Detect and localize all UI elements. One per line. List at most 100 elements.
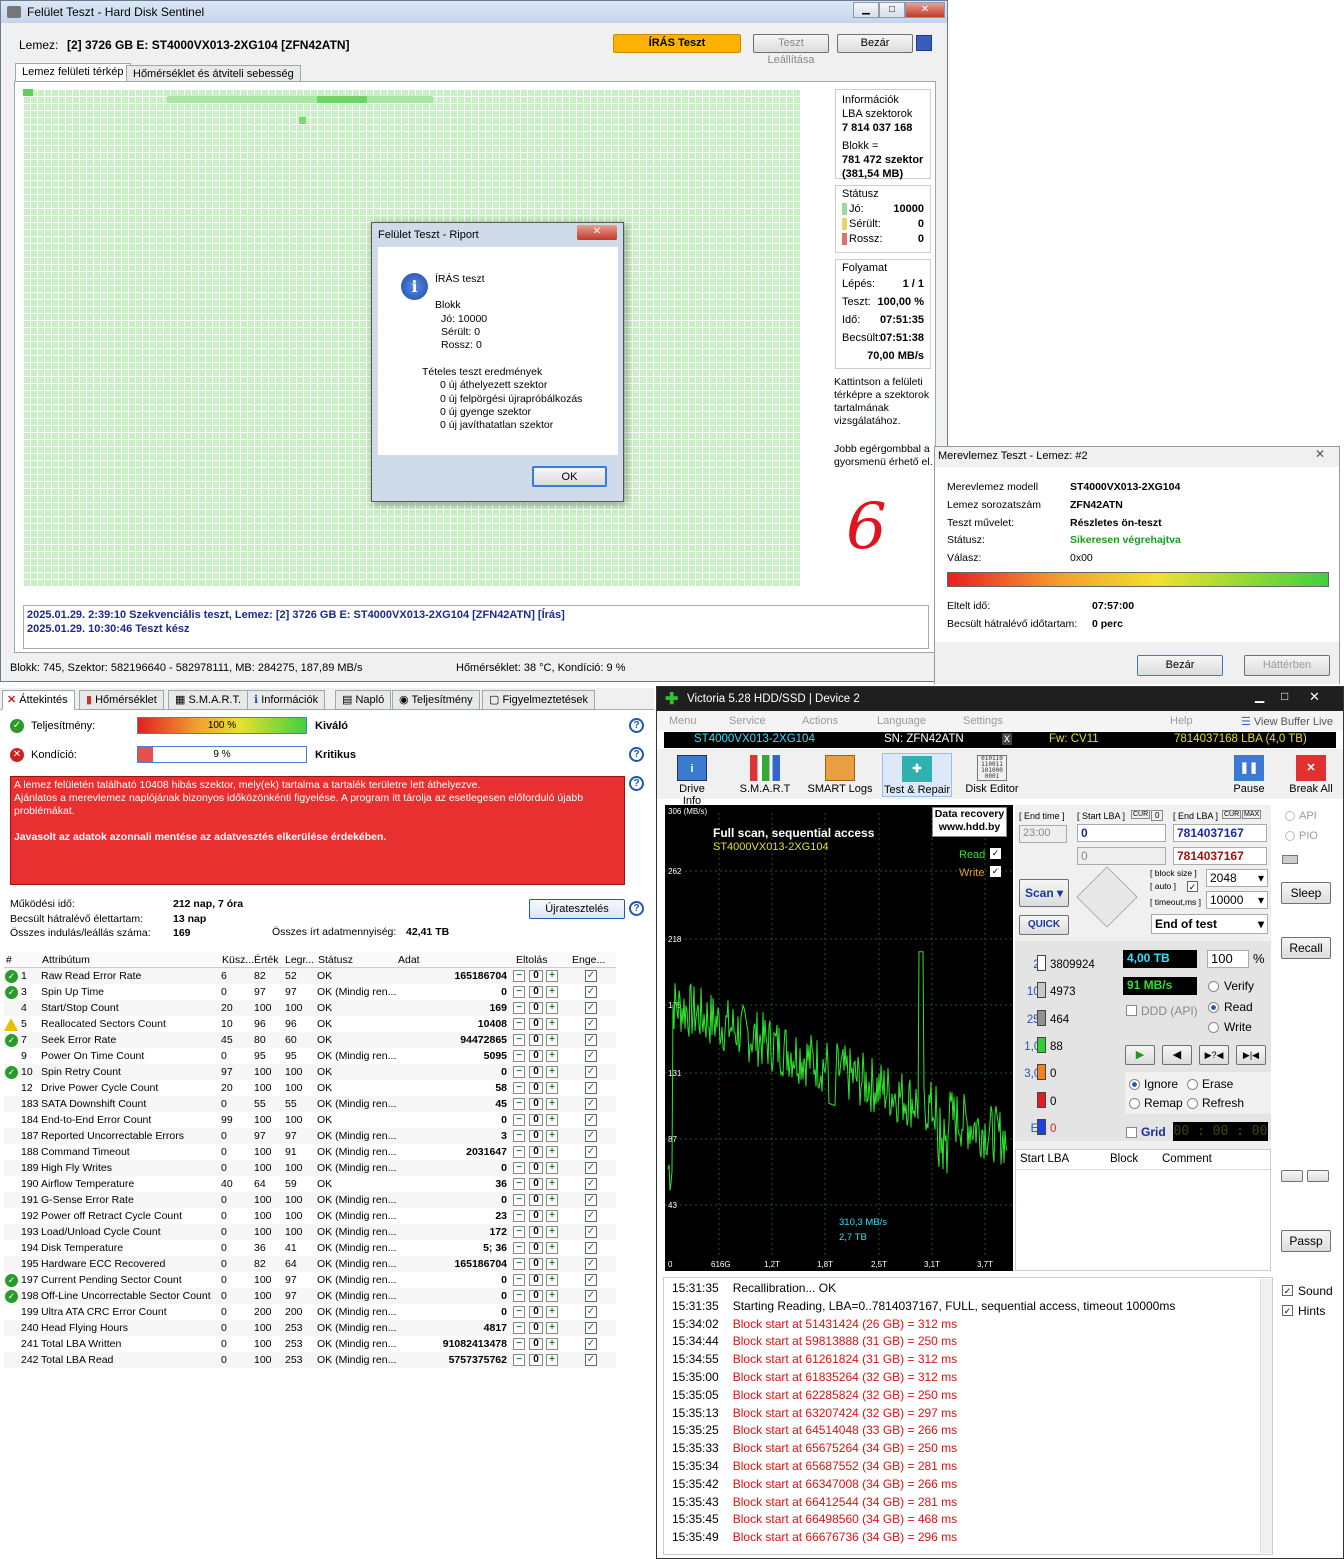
table-row[interactable]: 183 SATA Downshift Count 0 55 55 OK (Mindig r…	[4, 1096, 616, 1112]
disk-test-close-icon[interactable]: ✕	[1315, 447, 1325, 461]
dialog-ok-button[interactable]: OK	[532, 466, 607, 487]
enable-checkbox[interactable]: ✓	[585, 1258, 597, 1270]
ignore-radio[interactable]	[1129, 1079, 1140, 1090]
table-row[interactable]: 188 Command Timeout 0 100 91 OK (Mindig ren..…	[4, 1144, 616, 1160]
max-button[interactable]: MAX	[1242, 810, 1262, 819]
menu-settings[interactable]: Settings	[963, 715, 1003, 727]
start-lba-input[interactable]: 0	[1077, 824, 1166, 842]
enable-checkbox[interactable]: ✓	[585, 1178, 597, 1190]
end-lba-input[interactable]: 7814037167	[1173, 824, 1267, 842]
stop-test-button[interactable]: Teszt Leállítása	[753, 34, 829, 66]
table-row[interactable]: 193 Load/Unload Cycle Count 0 100 100 OK (Min…	[4, 1224, 616, 1240]
minus-icon[interactable]: −	[513, 1194, 525, 1206]
plus-icon[interactable]: +	[546, 1130, 558, 1142]
dialog-close-button[interactable]: ✕	[577, 225, 617, 240]
tab-temperature-speed[interactable]: Hőmérséklet és átviteli sebesség	[126, 65, 301, 82]
tab-log[interactable]: ▤ Napló	[335, 690, 392, 710]
menu-help[interactable]: Help	[1170, 715, 1193, 727]
enable-checkbox[interactable]: ✓	[585, 1098, 597, 1110]
col-worst[interactable]: Legr...	[285, 954, 314, 966]
col-comment[interactable]: Comment	[1162, 1153, 1212, 1165]
minus-icon[interactable]: −	[513, 1210, 525, 1222]
disk-test-close-button[interactable]: Bezár	[1137, 655, 1223, 676]
help-icon[interactable]: ?	[629, 901, 644, 916]
plus-icon[interactable]: +	[546, 1034, 558, 1046]
end-lba-input-2[interactable]: 7814037167	[1173, 847, 1267, 865]
table-row[interactable]: 195 Hardware ECC Recovered 0 82 64 OK (Mindig…	[4, 1256, 616, 1272]
plus-icon[interactable]: +	[546, 1290, 558, 1302]
minus-icon[interactable]: −	[513, 1002, 525, 1014]
plus-icon[interactable]: +	[546, 1194, 558, 1206]
test-repair-button[interactable]: ✚ Test & Repair	[882, 753, 952, 797]
table-row[interactable]: ✓ 7 Seek Error Rate 45 80 60 OK 94472865−0 + ✓	[4, 1032, 616, 1048]
recall-button[interactable]: Recall	[1281, 937, 1331, 959]
cur-button[interactable]: CUR	[1131, 810, 1151, 819]
chart-write-check[interactable]: ✓	[990, 866, 1001, 877]
minus-icon[interactable]: −	[513, 1354, 525, 1366]
enable-checkbox[interactable]: ✓	[585, 1194, 597, 1206]
col-block[interactable]: Block	[1110, 1153, 1138, 1165]
close-button[interactable]: Bezár	[837, 34, 913, 53]
victoria-maximize[interactable]: □	[1281, 689, 1288, 703]
help-icon[interactable]: ?	[629, 776, 644, 791]
minus-icon[interactable]: −	[513, 1322, 525, 1334]
disk-editor-button[interactable]: 010110 110011 101000 0001 Disk Editor	[962, 753, 1022, 797]
plus-icon[interactable]: +	[546, 1322, 558, 1334]
rd-button[interactable]	[1307, 1170, 1329, 1182]
enable-checkbox[interactable]: ✓	[585, 1114, 597, 1126]
table-row[interactable]: 199 Ultra ATA CRC Error Count 0 200 200 OK (M…	[4, 1304, 616, 1320]
minus-icon[interactable]: −	[513, 1034, 525, 1046]
hints-checkbox[interactable]: ✓	[1282, 1305, 1293, 1316]
start-lba-input-2[interactable]: 0	[1077, 847, 1166, 865]
table-row[interactable]: 242 Total LBA Read 0 100 253 OK (Mindig ren..…	[4, 1352, 616, 1368]
pio-radio[interactable]	[1285, 831, 1295, 841]
col-status[interactable]: Státusz	[318, 954, 353, 966]
minus-icon[interactable]: −	[513, 1050, 525, 1062]
enable-checkbox[interactable]: ✓	[585, 1018, 597, 1030]
enable-checkbox[interactable]: ✓	[585, 986, 597, 998]
enable-checkbox[interactable]: ✓	[585, 1162, 597, 1174]
verify-radio[interactable]	[1208, 981, 1219, 992]
close-window-button[interactable]: ✕	[905, 2, 945, 18]
maximize-button[interactable]: □	[879, 2, 905, 18]
enable-checkbox[interactable]: ✓	[585, 1354, 597, 1366]
minus-icon[interactable]: −	[513, 1130, 525, 1142]
quick-button[interactable]: QUICK	[1019, 915, 1069, 935]
plus-icon[interactable]: +	[546, 1242, 558, 1254]
tab-information[interactable]: ℹ Információk	[247, 690, 326, 710]
enable-checkbox[interactable]: ✓	[585, 970, 597, 982]
table-row[interactable]: ✓ 1 Raw Read Error Rate 6 82 52 OK 165186704−0 +…	[4, 968, 616, 984]
enable-checkbox[interactable]: ✓	[585, 1210, 597, 1222]
help-icon[interactable]: ?	[629, 718, 644, 733]
minus-icon[interactable]: −	[513, 1162, 525, 1174]
victoria-close[interactable]: ✕	[1309, 689, 1320, 705]
plus-icon[interactable]: +	[546, 1354, 558, 1366]
enable-checkbox[interactable]: ✓	[585, 1338, 597, 1350]
timeout-select[interactable]: 10000 ▾	[1206, 891, 1268, 909]
view-buffer-toggle[interactable]: ☰ View Buffer Live	[1241, 715, 1333, 728]
plus-icon[interactable]: +	[546, 1114, 558, 1126]
table-row[interactable]: ✓ 3 Spin Up Time 0 97 97 OK (Mindig ren... 0−0 +…	[4, 984, 616, 1000]
log-scrollbar[interactable]	[1260, 1279, 1272, 1553]
table-row[interactable]: 9 Power On Time Count 0 95 95 OK (Mindig ren.…	[4, 1048, 616, 1064]
break-all-button[interactable]: ✕ Break All	[1285, 753, 1337, 797]
block-size-select[interactable]: 2048 ▾	[1206, 869, 1268, 887]
write-radio[interactable]	[1208, 1022, 1219, 1033]
col-data[interactable]: Adat	[398, 954, 420, 966]
table-row[interactable]: ✓ 197 Current Pending Sector Count 0 100 97 OK…	[4, 1272, 616, 1288]
chart-read-check[interactable]: ✓	[990, 848, 1001, 859]
enable-checkbox[interactable]: ✓	[585, 1226, 597, 1238]
tab-smart[interactable]: ▦ S.M.A.R.T.	[168, 690, 249, 710]
minus-icon[interactable]: −	[513, 986, 525, 998]
plus-icon[interactable]: +	[546, 1018, 558, 1030]
save-icon[interactable]	[916, 35, 932, 51]
enable-checkbox[interactable]: ✓	[585, 1322, 597, 1334]
minus-icon[interactable]: −	[513, 1066, 525, 1078]
plus-icon[interactable]: +	[546, 1210, 558, 1222]
drive-x[interactable]: x	[1002, 733, 1012, 745]
plus-icon[interactable]: +	[546, 1306, 558, 1318]
col-attribute[interactable]: Attribútum	[42, 954, 90, 966]
enable-checkbox[interactable]: ✓	[585, 1066, 597, 1078]
pause-button[interactable]: ❚❚ Pause	[1229, 753, 1269, 797]
wr-button[interactable]	[1281, 1170, 1303, 1182]
